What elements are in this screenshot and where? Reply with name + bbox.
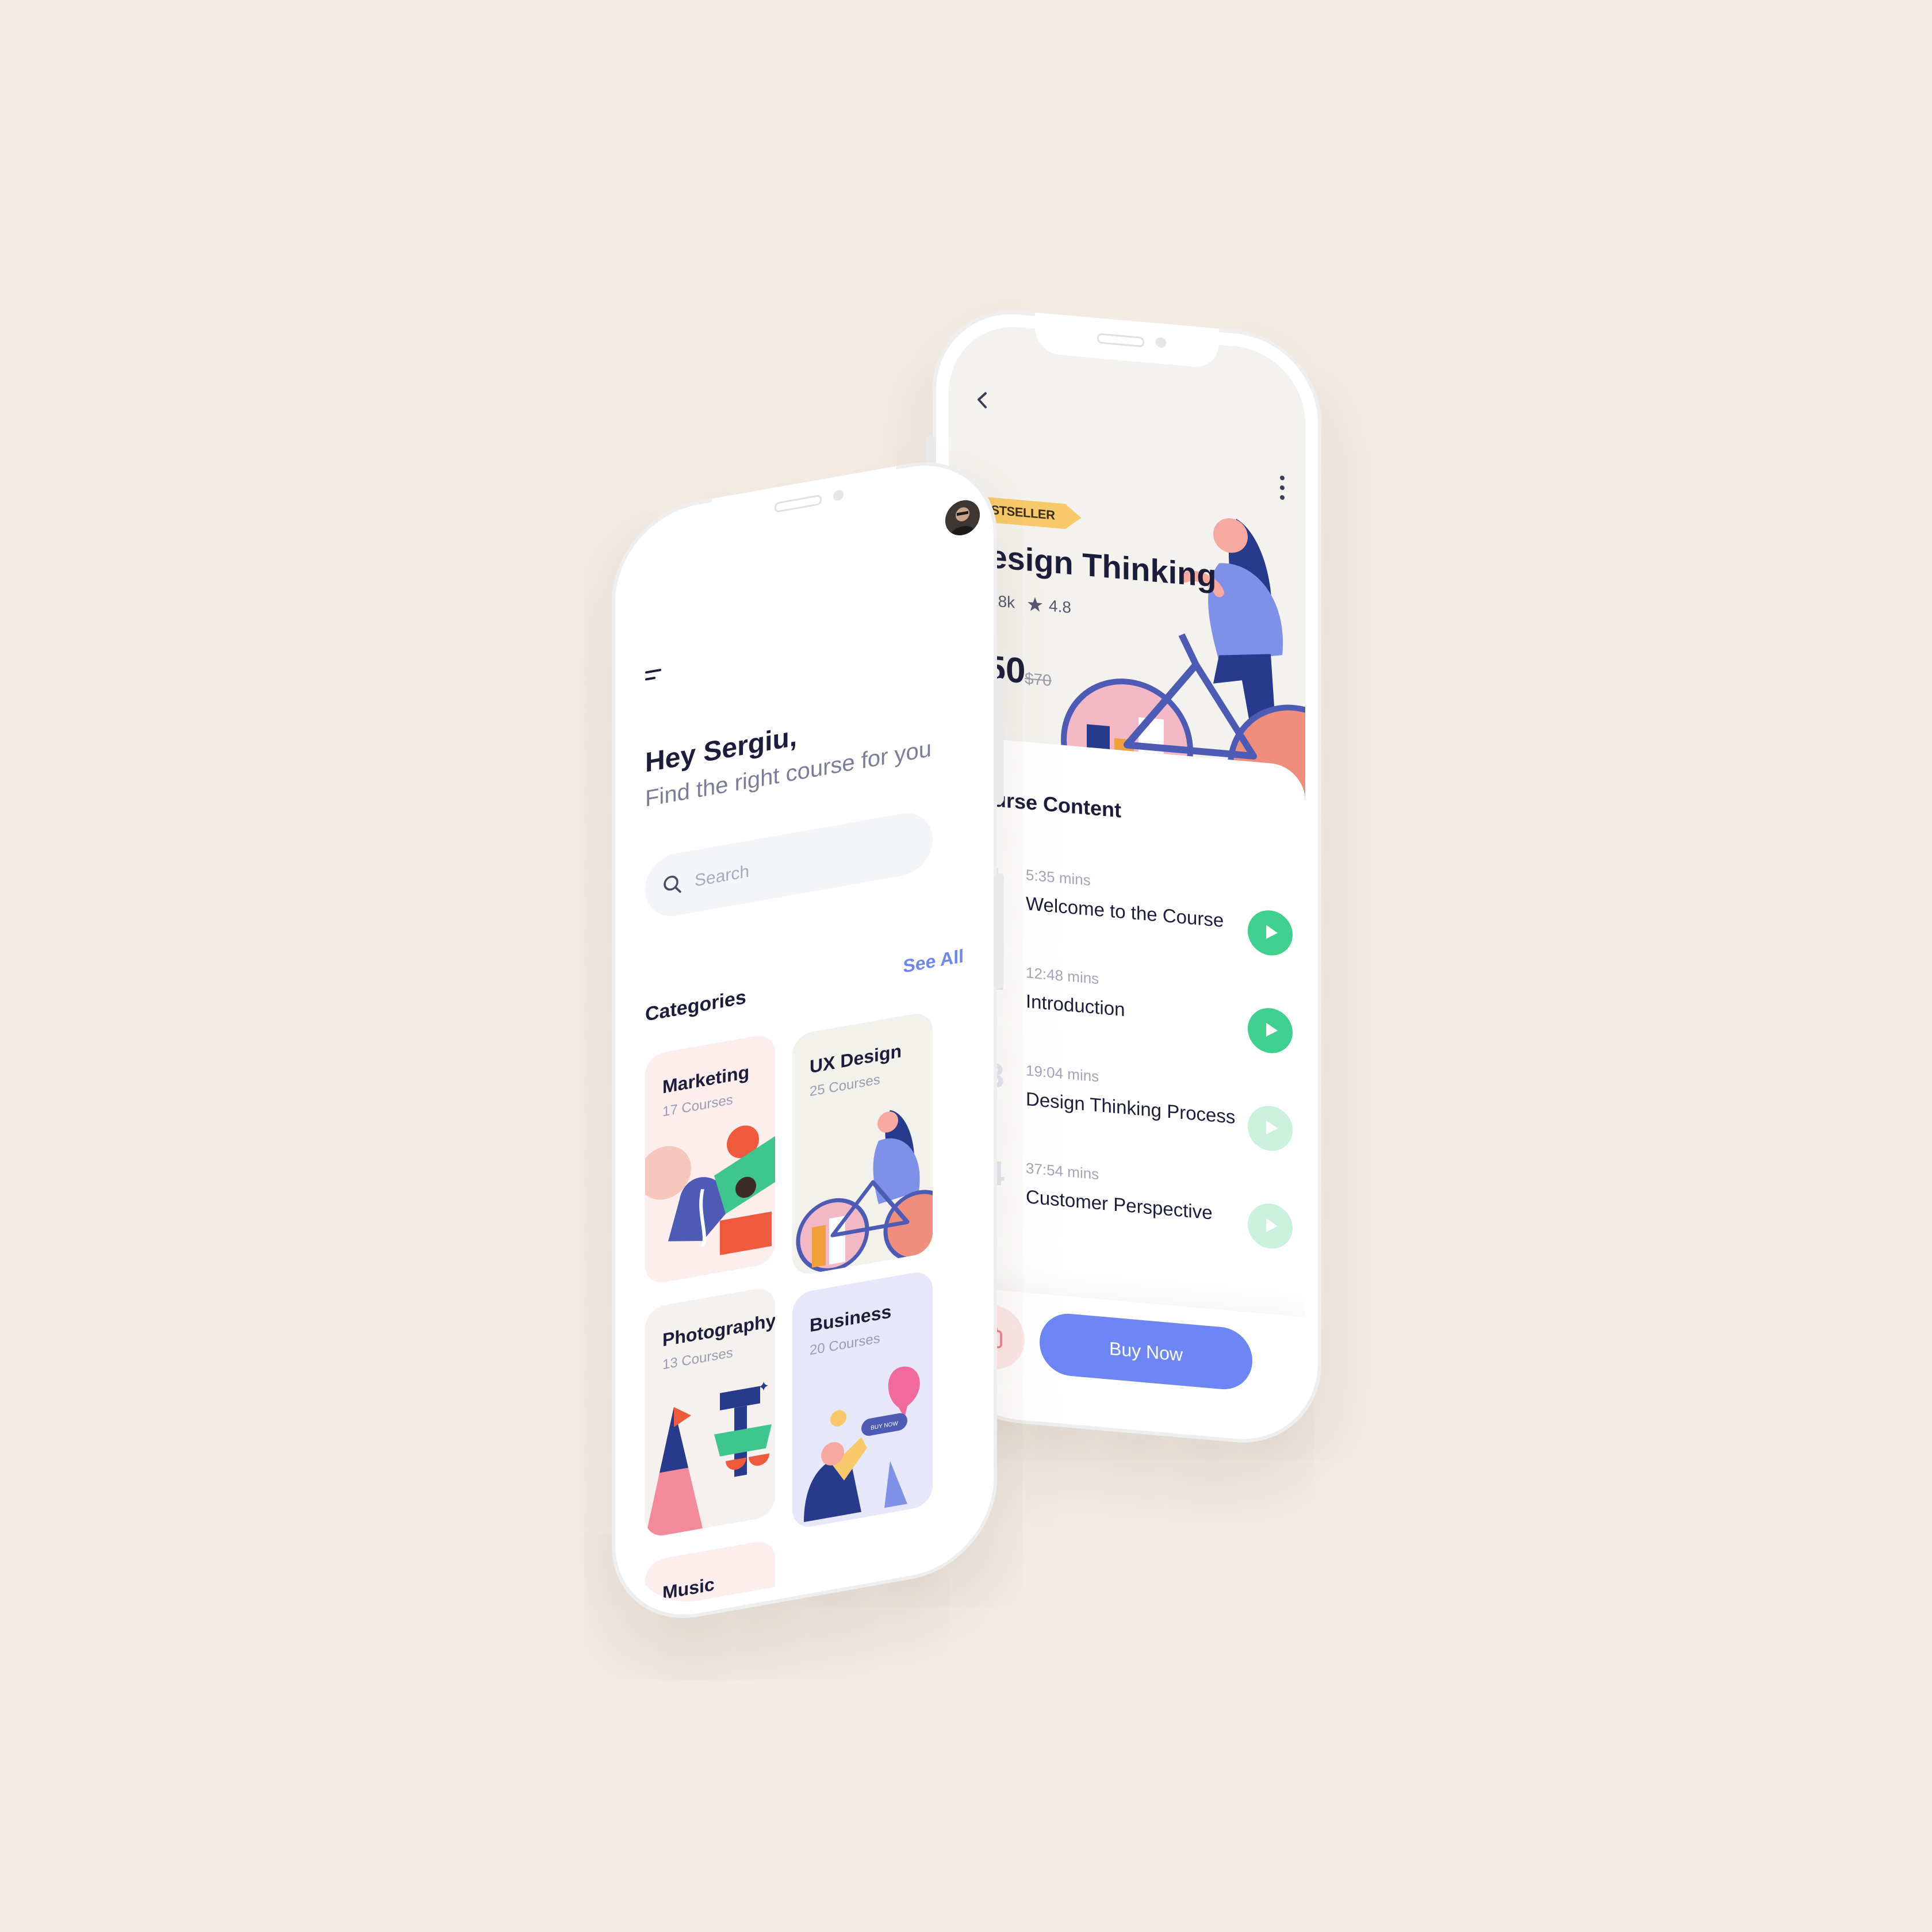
categories-heading: Categories [645, 986, 746, 1026]
rating-stat: 4.8 [1027, 595, 1071, 617]
buy-now-button[interactable]: Buy Now [1040, 1311, 1252, 1392]
lesson-duration: 5:35 mins [1026, 866, 1091, 890]
lesson-title: Welcome to the Course [1026, 892, 1224, 931]
search-icon [664, 875, 681, 893]
speaker [1097, 333, 1144, 348]
lesson-item[interactable]: 03 19:04 mins Design Thinking Process [949, 1051, 1305, 1163]
mockup-scene: BESTSELLER Design Thinking 18k 4.8 $50 [0, 0, 1932, 1932]
category-card-marketing[interactable]: Marketing 17 Courses [645, 1032, 775, 1286]
ux-design-illustration [796, 1110, 933, 1272]
front-camera [833, 489, 844, 502]
category-card-business[interactable]: Business 20 Courses BUY NOW [792, 1269, 933, 1530]
lesson-title: Design Thinking Process [1026, 1088, 1236, 1128]
more-icon[interactable] [1276, 473, 1288, 503]
home-screen: Hey Sergiu, Find the right course for yo… [628, 467, 981, 1613]
play-button-locked[interactable] [1248, 1103, 1293, 1153]
play-button[interactable] [1248, 1006, 1293, 1055]
play-icon [1266, 1120, 1278, 1134]
category-name: Music [662, 1573, 715, 1604]
search-bar[interactable] [645, 808, 933, 921]
category-card-photography[interactable]: Photography 13 Courses ✦ [645, 1285, 775, 1539]
search-input[interactable] [693, 827, 914, 896]
marketing-illustration [645, 1125, 775, 1255]
category-card-ux-design[interactable]: UX Design 25 Courses [792, 1010, 933, 1277]
category-count: 20 Courses [810, 1330, 880, 1359]
play-icon [1266, 1022, 1278, 1037]
star-icon [1028, 597, 1042, 612]
play-button[interactable] [1248, 908, 1293, 957]
lesson-title: Customer Perspective [1026, 1186, 1213, 1224]
side-button [994, 872, 1004, 990]
front-camera [1156, 336, 1166, 348]
category-name: UX Design [810, 1040, 902, 1078]
play-button-locked[interactable] [1248, 1201, 1293, 1251]
category-card-music[interactable]: Music [645, 1538, 775, 1613]
category-count: 25 Courses [810, 1071, 880, 1100]
back-icon[interactable] [971, 388, 994, 412]
play-icon [1266, 1218, 1278, 1232]
speaker [775, 494, 822, 513]
home-phone: Hey Sergiu, Find the right course for yo… [612, 448, 1004, 1632]
svg-text:✦: ✦ [758, 1378, 769, 1396]
lesson-title: Introduction [1026, 990, 1125, 1021]
category-count: 13 Courses [662, 1344, 733, 1373]
lesson-item[interactable]: 04 37:54 mins Customer Perspective [949, 1149, 1305, 1260]
photography-illustration: ✦ [645, 1378, 772, 1539]
see-all-link[interactable]: See All [903, 945, 964, 977]
play-icon [1266, 925, 1278, 939]
menu-icon[interactable] [645, 667, 662, 683]
lesson-duration: 37:54 mins [1026, 1159, 1099, 1183]
category-name: Photography [662, 1309, 775, 1351]
lesson-duration: 12:48 mins [1026, 964, 1099, 988]
course-old-price: $70 [1025, 669, 1052, 690]
category-count: 17 Courses [662, 1091, 733, 1120]
rating-value: 4.8 [1049, 596, 1071, 617]
business-illustration: BUY NOW [804, 1366, 920, 1523]
lesson-duration: 19:04 mins [1026, 1061, 1099, 1086]
side-button [994, 677, 1004, 806]
category-name: Marketing [662, 1061, 750, 1098]
